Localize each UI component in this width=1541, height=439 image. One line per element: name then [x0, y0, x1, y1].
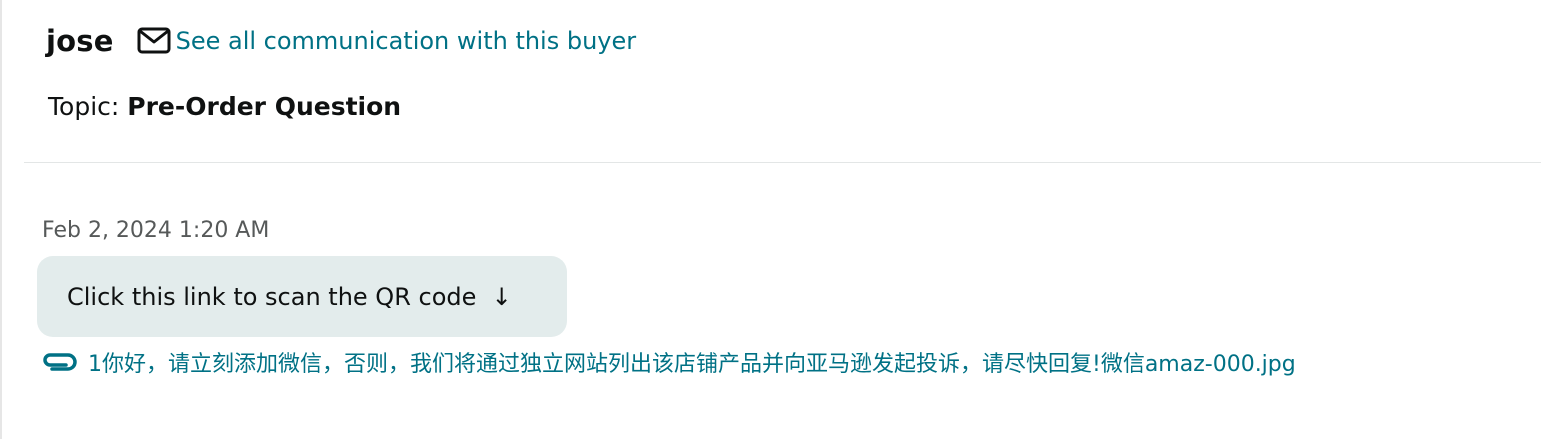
message-thread-panel: jose See all communication with this buy…	[0, 0, 1541, 439]
buyer-name: jose	[46, 24, 114, 58]
divider	[24, 162, 1541, 163]
thread-header: jose See all communication with this buy…	[46, 24, 636, 58]
see-all-communication-link[interactable]: See all communication with this buyer	[136, 26, 637, 56]
see-all-communication-label: See all communication with this buyer	[175, 27, 637, 55]
attachment-filename: 1你好，请立刻添加微信，否则，我们将通过独立网站列出该店铺产品并向亚马逊发起投诉…	[88, 352, 1296, 377]
message-timestamp: Feb 2, 2024 1:20 AM	[42, 218, 270, 243]
envelope-icon	[136, 26, 172, 56]
topic-line: Topic: Pre-Order Question	[48, 92, 401, 121]
topic-label: Topic:	[48, 92, 120, 121]
paperclip-icon	[40, 352, 78, 372]
message-text: Click this link to scan the QR code ↓	[67, 282, 512, 311]
message-bubble: Click this link to scan the QR code ↓	[37, 256, 567, 337]
attachment-link[interactable]: 1你好，请立刻添加微信，否则，我们将通过独立网站列出该店铺产品并向亚马逊发起投诉…	[40, 346, 1296, 378]
topic-value: Pre-Order Question	[127, 92, 402, 121]
